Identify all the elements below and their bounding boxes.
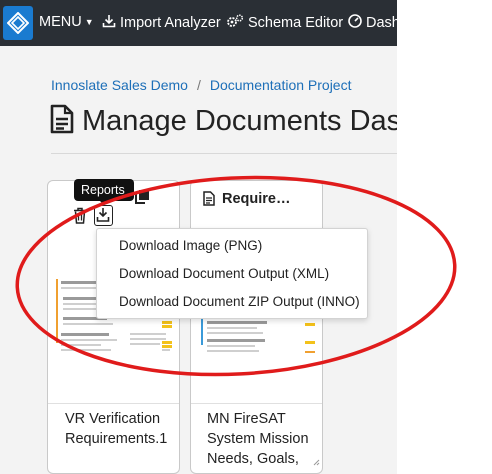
document-type-label: Require…	[222, 191, 291, 207]
gears-icon	[226, 14, 244, 32]
card-divider	[191, 403, 322, 404]
copy-icon[interactable]	[134, 189, 150, 210]
download-button[interactable]	[94, 205, 113, 226]
dashboard-link[interactable]: Dash	[348, 14, 397, 32]
breadcrumb-item-documentation[interactable]: Documentation Project	[210, 77, 352, 93]
breadcrumb: Innoslate Sales Demo / Documentation Proje…	[51, 77, 352, 93]
download-document-zip-item[interactable]: Download Document ZIP Output (INNO)	[119, 294, 360, 309]
schema-editor-link[interactable]: Schema Editor	[226, 14, 343, 32]
schema-editor-label: Schema Editor	[248, 15, 344, 31]
download-document-xml-item[interactable]: Download Document Output (XML)	[119, 266, 329, 281]
breadcrumb-item-project[interactable]: Innoslate Sales Demo	[51, 77, 188, 93]
trash-icon[interactable]	[73, 207, 87, 229]
page-header: Manage Documents Das	[50, 104, 397, 139]
document-name[interactable]: MN FireSAT System Mission Needs, Goals,	[207, 409, 317, 469]
download-image-png-item[interactable]: Download Image (PNG)	[119, 238, 262, 253]
resize-grip-icon	[313, 453, 320, 471]
document-card[interactable]: Require… MN FireSAT System Mission Needs…	[190, 180, 323, 474]
dashboard-icon	[348, 14, 362, 32]
document-icon	[203, 191, 215, 211]
breadcrumb-separator: /	[196, 77, 201, 93]
document-card[interactable]: VR Verification Requirements.1	[47, 180, 180, 474]
top-navbar: MENU ▼ Import Analyzer Schema Editor Das…	[0, 0, 397, 46]
card-divider	[48, 403, 179, 404]
app-window: MENU ▼ Import Analyzer Schema Editor Das…	[0, 0, 397, 474]
download-icon	[102, 14, 116, 32]
document-name[interactable]: VR Verification Requirements.1	[65, 409, 175, 449]
menu-button[interactable]: MENU ▼	[39, 14, 98, 30]
document-icon	[50, 104, 74, 139]
import-analyzer-label: Import Analyzer	[120, 15, 221, 31]
caret-down-icon: ▼	[84, 17, 94, 27]
download-dropdown-menu: Download Image (PNG) Download Document O…	[96, 228, 368, 319]
page-title: Manage Documents Das	[82, 105, 397, 137]
menu-label: MENU	[39, 14, 82, 30]
header-divider	[51, 153, 397, 154]
import-analyzer-link[interactable]: Import Analyzer	[102, 14, 221, 32]
reports-tooltip: Reports	[74, 179, 134, 201]
innoslate-logo-icon[interactable]	[3, 6, 33, 40]
dashboard-label: Dash	[366, 15, 397, 31]
